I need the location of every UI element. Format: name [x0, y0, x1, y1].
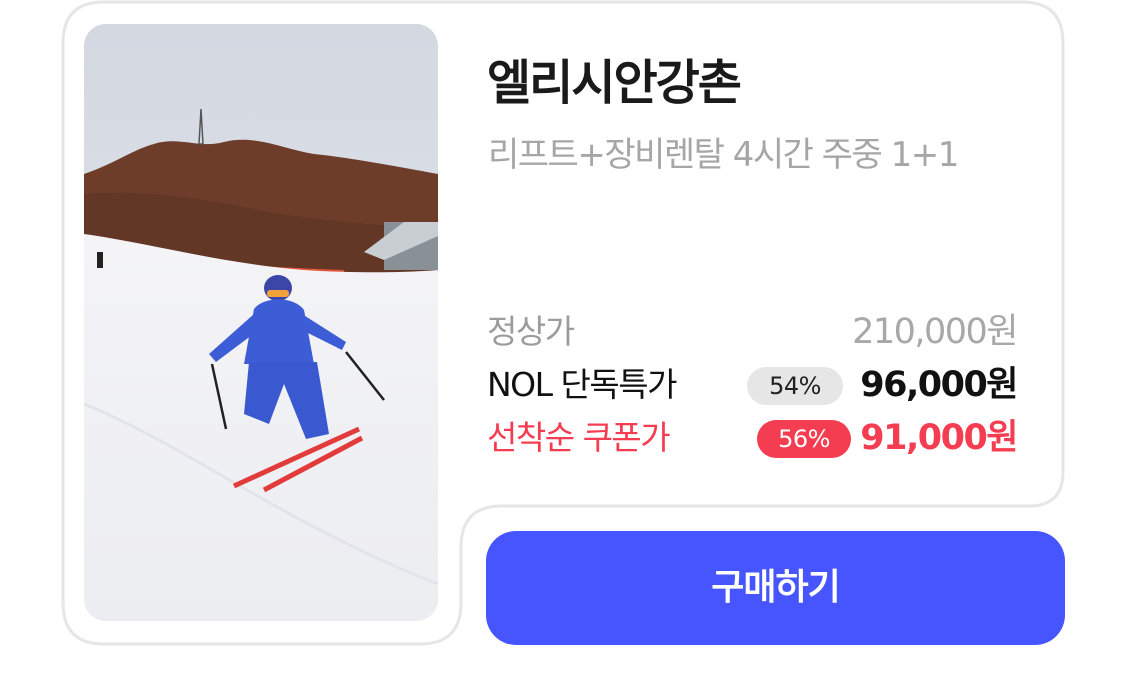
product-photo[interactable] — [84, 24, 438, 621]
product-subtitle: 리프트+장비렌탈 4시간 주중 1+1 — [488, 135, 959, 175]
regular-price-row: 정상가 210,000원 — [487, 308, 1018, 356]
regular-price-value: 210,000원 — [852, 312, 1018, 352]
regular-price-label: 정상가 — [487, 312, 575, 351]
coupon-price-label: 선착순 쿠폰가 — [487, 418, 671, 457]
coupon-price-row: 선착순 쿠폰가 56% 91,000원 — [487, 414, 1018, 462]
coupon-price-value: 91,000원 — [860, 418, 1018, 458]
coupon-discount-badge: 56% — [757, 420, 851, 458]
sale-discount-badge: 54% — [747, 367, 843, 405]
buy-button[interactable]: 구매하기 — [486, 531, 1065, 645]
sale-price-label: NOL 단독특가 — [487, 365, 677, 404]
sale-price-value: 96,000원 — [860, 365, 1018, 405]
product-title: 엘리시안강촌 — [487, 55, 742, 111]
sale-price-row: NOL 단독특가 54% 96,000원 — [487, 361, 1018, 409]
